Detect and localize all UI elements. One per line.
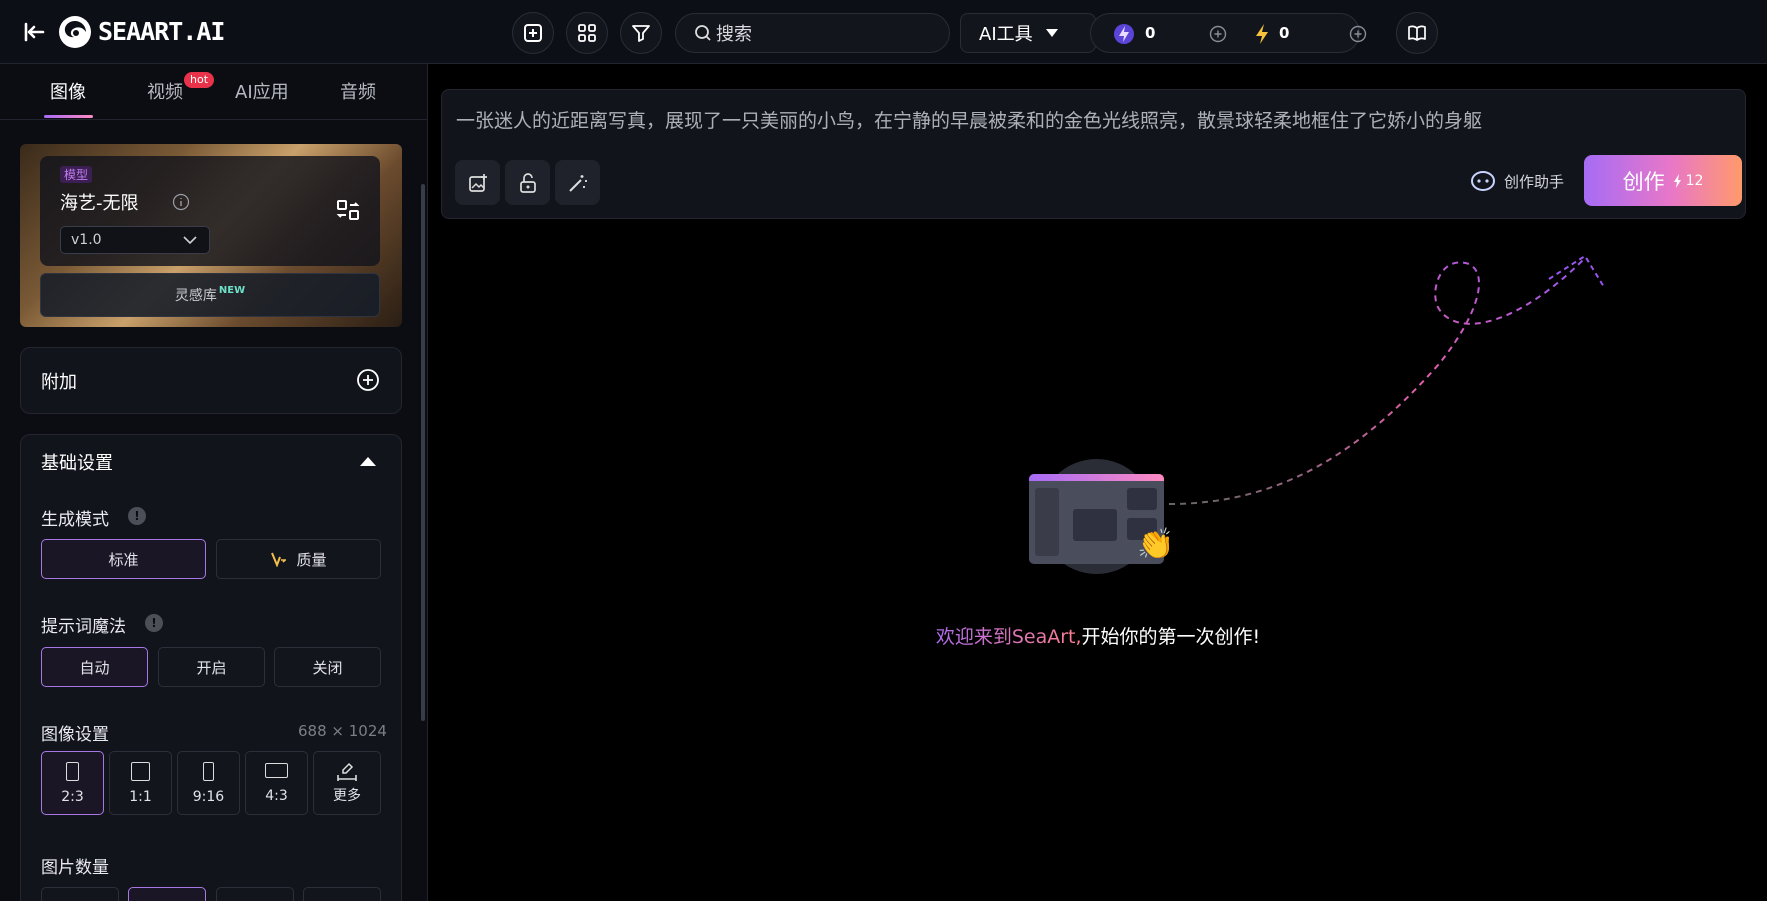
model-tag: 模型 bbox=[60, 166, 93, 183]
count-option-3[interactable] bbox=[216, 887, 294, 901]
tall-shape-icon bbox=[203, 761, 214, 781]
ratio-label: 4:3 bbox=[265, 787, 288, 804]
logo-text[interactable]: SEAART.AI bbox=[98, 17, 225, 46]
ratio-label: 更多 bbox=[333, 788, 361, 804]
gen-mode-label: 生成模式 bbox=[41, 510, 109, 530]
app-root: SEAART.AI 搜索 AI工具 0 0 图像 视频 hot AI应用 音频 … bbox=[0, 0, 1767, 901]
mode-quality-label: 质量 bbox=[296, 550, 327, 569]
image-settings-label: 图像设置 bbox=[41, 725, 109, 745]
magic-on-button[interactable]: 开启 bbox=[158, 647, 265, 687]
welcome-highlight: 欢迎来到SeaArt, bbox=[935, 626, 1082, 648]
inspiration-button[interactable]: 灵感库 NEW bbox=[40, 273, 380, 317]
new-tab-button[interactable] bbox=[512, 12, 554, 54]
version-value: v1.0 bbox=[71, 232, 102, 248]
ratio-more-button[interactable]: 更多 bbox=[313, 751, 381, 815]
main-canvas: 一张迷人的近距离写真，展现了一只美丽的小鸟，在宁静的早晨被柔和的金色光线照亮，散… bbox=[429, 64, 1767, 901]
tab-video[interactable]: 视频 bbox=[147, 78, 183, 104]
gen-mode-help-icon[interactable]: ! bbox=[128, 507, 146, 525]
ratio-label: 1:1 bbox=[129, 788, 152, 805]
addon-label: 附加 bbox=[41, 372, 77, 393]
ai-tools-label: AI工具 bbox=[979, 24, 1033, 45]
count-option-4[interactable] bbox=[303, 887, 381, 901]
magic-auto-button[interactable]: 自动 bbox=[41, 647, 148, 687]
prompt-magic-label: 提示词魔法 bbox=[41, 617, 126, 637]
count-option-2[interactable] bbox=[128, 887, 206, 901]
clapping-hands-icon: 👏 bbox=[1137, 527, 1175, 562]
illustration-sidepanel bbox=[1035, 488, 1059, 556]
filter-icon bbox=[632, 25, 650, 42]
tab-audio[interactable]: 音频 bbox=[340, 78, 376, 104]
collapse-sidebar-icon[interactable] bbox=[22, 20, 46, 44]
ratio-label: 2:3 bbox=[61, 788, 84, 805]
credits-panel: 0 0 bbox=[1090, 13, 1367, 53]
basic-settings-title: 基础设置 bbox=[41, 453, 113, 474]
illustration-image-b bbox=[1127, 488, 1157, 510]
inspiration-label: 灵感库 bbox=[174, 288, 217, 304]
ratio-1-1-button[interactable]: 1:1 bbox=[109, 751, 172, 815]
add-credits-icon[interactable] bbox=[1209, 25, 1227, 43]
model-info-panel[interactable]: 模型 海艺-无限 v1.0 bbox=[40, 156, 380, 266]
search-box[interactable]: 搜索 bbox=[675, 13, 950, 53]
credits-a-value: 0 bbox=[1145, 24, 1156, 42]
book-icon bbox=[1408, 25, 1426, 41]
image-size-value: 688 × 1024 bbox=[298, 722, 387, 740]
mode-standard-button[interactable]: 标准 bbox=[41, 539, 206, 579]
prompt-magic-help-icon[interactable]: ! bbox=[145, 614, 163, 632]
image-count-label: 图片数量 bbox=[41, 858, 109, 878]
yellow-bolt-icon bbox=[1256, 24, 1268, 44]
tab-ai-apps[interactable]: AI应用 bbox=[235, 78, 289, 104]
purple-energy-icon bbox=[1114, 24, 1134, 44]
add-stamina-icon[interactable] bbox=[1349, 25, 1367, 43]
chevron-down-icon bbox=[183, 236, 197, 245]
model-banner: 模型 海艺-无限 v1.0 灵感库 NEW bbox=[20, 144, 402, 327]
add-circle-icon[interactable] bbox=[356, 368, 380, 392]
plus-square-icon bbox=[524, 24, 542, 42]
mode-tabs: 图像 视频 hot AI应用 音频 bbox=[0, 64, 427, 120]
search-icon bbox=[695, 25, 711, 41]
model-name: 海艺-无限 bbox=[60, 193, 139, 214]
left-sidebar: 图像 视频 hot AI应用 音频 模型 海艺-无限 v1.0 灵感库 NEW bbox=[0, 64, 428, 901]
model-info-icon[interactable] bbox=[172, 193, 190, 211]
version-select[interactable]: v1.0 bbox=[60, 226, 210, 254]
portrait-shape-icon bbox=[66, 761, 79, 781]
custom-size-icon bbox=[337, 762, 357, 781]
filter-button[interactable] bbox=[620, 12, 662, 54]
guide-button[interactable] bbox=[1396, 12, 1438, 54]
tab-image[interactable]: 图像 bbox=[50, 78, 86, 104]
sidebar-scrollbar[interactable] bbox=[421, 184, 425, 721]
tab-underline bbox=[44, 115, 93, 118]
hot-badge: hot bbox=[184, 72, 215, 88]
caret-down-icon bbox=[1045, 29, 1058, 37]
ratio-4-3-button[interactable]: 4:3 bbox=[245, 751, 308, 815]
ratio-label: 9:16 bbox=[192, 788, 225, 805]
welcome-illustration: 👏 bbox=[1029, 444, 1174, 574]
new-badge: NEW bbox=[218, 284, 246, 296]
welcome-message: 欢迎来到SeaArt,开始你的第一次创作! bbox=[429, 622, 1767, 649]
magic-off-button[interactable]: 关闭 bbox=[274, 647, 381, 687]
grid-button[interactable] bbox=[566, 12, 608, 54]
landscape-shape-icon bbox=[265, 762, 288, 778]
swap-model-icon[interactable] bbox=[336, 198, 360, 222]
ratio-9-16-button[interactable]: 9:16 bbox=[177, 751, 240, 815]
quality-wand-icon bbox=[271, 552, 287, 567]
collapse-triangle-icon[interactable] bbox=[359, 455, 377, 467]
basic-settings-card: 基础设置 生成模式 ! 标准 质量 提示词魔法 ! 自动 开启 关闭 图像设置 … bbox=[20, 434, 402, 901]
credits-b-value: 0 bbox=[1279, 24, 1290, 42]
illustration-titlebar bbox=[1029, 474, 1164, 481]
mode-quality-button[interactable]: 质量 bbox=[216, 539, 381, 579]
seaart-logo-icon[interactable] bbox=[58, 15, 92, 49]
ai-tools-dropdown[interactable]: AI工具 bbox=[960, 13, 1096, 53]
grid-icon bbox=[578, 24, 596, 42]
addon-card[interactable]: 附加 bbox=[20, 347, 402, 414]
top-bar: SEAART.AI 搜索 AI工具 0 0 bbox=[0, 0, 1767, 64]
search-input[interactable]: 搜索 bbox=[716, 20, 752, 46]
square-shape-icon bbox=[131, 761, 150, 781]
illustration-image-a bbox=[1073, 509, 1117, 541]
welcome-rest: 开始你的第一次创作! bbox=[1081, 626, 1261, 648]
count-option-1[interactable] bbox=[41, 887, 119, 901]
ratio-2-3-button[interactable]: 2:3 bbox=[41, 751, 104, 815]
